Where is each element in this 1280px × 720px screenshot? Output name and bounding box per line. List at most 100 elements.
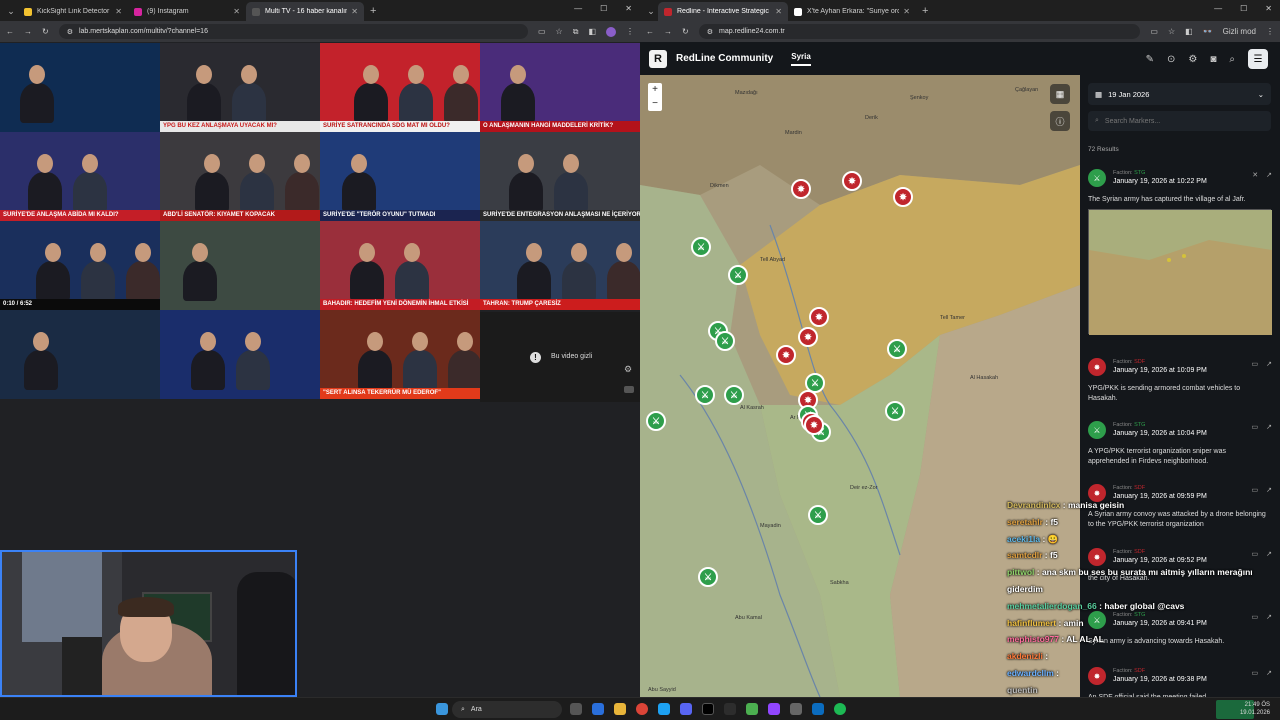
video-icon[interactable]: ▭ xyxy=(1252,360,1259,368)
site-info-icon[interactable]: ⚙ xyxy=(707,28,713,36)
tab-search-icon[interactable]: ⌄ xyxy=(644,4,658,18)
menu-icon[interactable]: ☰ xyxy=(1248,49,1268,69)
tv-tile[interactable]: SURİYE'DE ANLAŞMA ABİDA MI KALDI? xyxy=(0,132,160,221)
extensions-icon[interactable]: ⧉ xyxy=(573,27,579,37)
tv-tile[interactable] xyxy=(0,43,160,132)
stg-marker-icon[interactable]: ⚔ xyxy=(724,385,744,405)
tv-tile[interactable]: SURİYE'DE "TERÖR OYUNU" TUTMADI xyxy=(320,132,480,221)
tv-tile[interactable]: ABD'Lİ SENATÖR: KIYAMET KOPACAK xyxy=(160,132,320,221)
install-app-icon[interactable]: ▭ xyxy=(1150,27,1158,36)
close-icon[interactable]: ✕ xyxy=(903,7,910,16)
tab-x-post[interactable]: X'te Ayhan Erkara: "Suriye ordu ✕ xyxy=(788,2,916,21)
external-link-icon[interactable]: ↗ xyxy=(1266,486,1272,494)
sdf-marker-icon[interactable]: ✸ xyxy=(842,171,862,191)
stg-marker-icon[interactable]: ⚔ xyxy=(715,331,735,351)
stg-marker-icon[interactable]: ⚔ xyxy=(691,237,711,257)
discord-icon[interactable] xyxy=(680,703,692,715)
extension-icon[interactable]: ◧ xyxy=(588,27,596,37)
start-windows-icon[interactable] xyxy=(436,703,448,715)
maximize-icon[interactable]: ☐ xyxy=(600,4,607,13)
sdf-marker-icon[interactable]: ✸ xyxy=(776,345,796,365)
stg-marker-icon[interactable]: ⚔ xyxy=(885,401,905,421)
minimize-icon[interactable]: — xyxy=(1214,4,1222,13)
obs-icon[interactable] xyxy=(702,703,714,715)
bookmark-star-icon[interactable]: ☆ xyxy=(556,27,563,37)
stg-marker-icon[interactable]: ⚔ xyxy=(698,567,718,587)
stg-marker-icon[interactable]: ⚔ xyxy=(728,265,748,285)
split-view-icon[interactable]: ◧ xyxy=(1185,27,1193,36)
tv-tile[interactable]: SURİYE SATRANCINDA SDG MAT MI OLDU? xyxy=(320,43,480,132)
app-icon[interactable] xyxy=(790,703,802,715)
forward-icon[interactable]: → xyxy=(24,27,32,36)
back-icon[interactable]: ← xyxy=(6,27,14,36)
marker-search[interactable]: ⌕ Search Markers... xyxy=(1088,111,1271,131)
kebab-menu-icon[interactable]: ⋮ xyxy=(626,27,634,37)
stg-marker-icon[interactable]: ⚔ xyxy=(695,385,715,405)
tab-search-icon[interactable]: ⌄ xyxy=(4,4,18,18)
stg-marker-icon[interactable]: ⚔ xyxy=(808,505,828,525)
video-icon[interactable]: ▭ xyxy=(1252,423,1259,431)
system-clock[interactable]: 21:49 ÖS 19.01.2026 xyxy=(1240,701,1270,717)
tv-tile[interactable]: YPG BU KEZ ANLAŞMAYA UYACAK MI? xyxy=(160,43,320,132)
twitch-icon[interactable] xyxy=(768,703,780,715)
close-icon[interactable]: ✕ xyxy=(233,7,240,16)
sdf-marker-icon[interactable]: ✸ xyxy=(893,187,913,207)
tab-redline[interactable]: Redline - Interactive Strategic M ✕ xyxy=(658,2,788,21)
site-info-icon[interactable]: ⚙ xyxy=(67,28,73,36)
youtube-icon[interactable] xyxy=(624,386,634,393)
maximize-icon[interactable]: ☐ xyxy=(1240,4,1247,13)
cast-icon[interactable]: ▭ xyxy=(538,27,546,37)
forward-icon[interactable]: → xyxy=(664,27,672,36)
zoom-out-icon[interactable]: − xyxy=(648,97,662,111)
sdf-marker-icon[interactable]: ✸ xyxy=(804,415,824,435)
profile-avatar[interactable] xyxy=(606,26,616,37)
incognito-icon[interactable]: 👓 xyxy=(1203,27,1213,36)
close-icon[interactable]: ✕ xyxy=(1252,171,1258,179)
new-tab-icon[interactable]: + xyxy=(370,5,376,17)
chrome-icon[interactable] xyxy=(636,703,648,715)
tv-tile[interactable]: TAHRAN: TRUMP ÇARESİZ xyxy=(480,221,640,310)
close-icon[interactable]: ✕ xyxy=(351,7,358,16)
external-link-icon[interactable]: ↗ xyxy=(1266,171,1272,179)
app-icon[interactable] xyxy=(812,703,824,715)
app-icon[interactable] xyxy=(746,703,758,715)
tv-tile[interactable]: O ANLAŞMANIN HANGİ MADDELERİ KRİTİK? xyxy=(480,43,640,132)
tab-instagram[interactable]: (9) Instagram ✕ xyxy=(128,2,246,21)
tv-tile[interactable] xyxy=(160,310,320,399)
close-icon[interactable]: ✕ xyxy=(115,7,122,16)
file-explorer-icon[interactable] xyxy=(614,703,626,715)
zoom-control[interactable]: + − xyxy=(648,83,662,111)
task-view-icon[interactable] xyxy=(570,703,582,715)
external-link-icon[interactable]: ↗ xyxy=(1266,423,1272,431)
draw-pen-icon[interactable]: ✎ xyxy=(1146,54,1154,65)
zoom-in-icon[interactable]: + xyxy=(648,83,662,97)
redline-logo[interactable]: R xyxy=(649,49,667,68)
tab-kicksight[interactable]: KickSight Link Detector ✕ xyxy=(18,2,128,21)
close-window-icon[interactable]: ✕ xyxy=(1265,4,1272,13)
address-bar[interactable]: ⚙ lab.mertskaplan.com/multitv/?channel=1… xyxy=(58,24,528,39)
tab-multitv[interactable]: Multi TV - 16 haber kanalını ay ✕ xyxy=(246,2,364,21)
edge-icon[interactable] xyxy=(658,703,670,715)
video-icon[interactable]: ▭ xyxy=(1252,486,1259,494)
close-window-icon[interactable]: ✕ xyxy=(625,4,632,13)
tv-tile[interactable]: "SERT ALINSA TEKERRÜR MÜ EDEROF" xyxy=(320,310,480,399)
camera-icon[interactable]: ◙ xyxy=(1210,54,1216,65)
tv-tile[interactable]: BAHADIR: HEDEFİM YENİ DÖNEMİN İHMAL ETKİ… xyxy=(320,221,480,310)
spotify-icon[interactable] xyxy=(834,703,846,715)
settings-gear-icon[interactable]: ⚙ xyxy=(624,364,632,375)
date-selector[interactable]: ▦ 19 Jan 2026 ⌄ xyxy=(1088,83,1271,105)
bookmark-star-icon[interactable]: ☆ xyxy=(1168,27,1175,36)
copilot-icon[interactable] xyxy=(592,703,604,715)
map-layers-icon[interactable]: ▦ xyxy=(1050,84,1070,104)
stg-marker-icon[interactable]: ⚔ xyxy=(646,411,666,431)
location-pin-icon[interactable]: ⊙ xyxy=(1167,54,1175,65)
taskbar-search[interactable]: ⌕ Ara xyxy=(452,701,562,718)
sdf-marker-icon[interactable]: ✸ xyxy=(809,307,829,327)
steam-icon[interactable] xyxy=(724,703,736,715)
minimize-icon[interactable]: — xyxy=(574,4,582,13)
stg-marker-icon[interactable]: ⚔ xyxy=(887,339,907,359)
sdf-marker-icon[interactable]: ✸ xyxy=(791,179,811,199)
search-icon[interactable]: ⌕ xyxy=(1229,54,1235,65)
event-map-thumbnail[interactable] xyxy=(1088,209,1272,335)
tv-tile[interactable] xyxy=(0,310,160,399)
